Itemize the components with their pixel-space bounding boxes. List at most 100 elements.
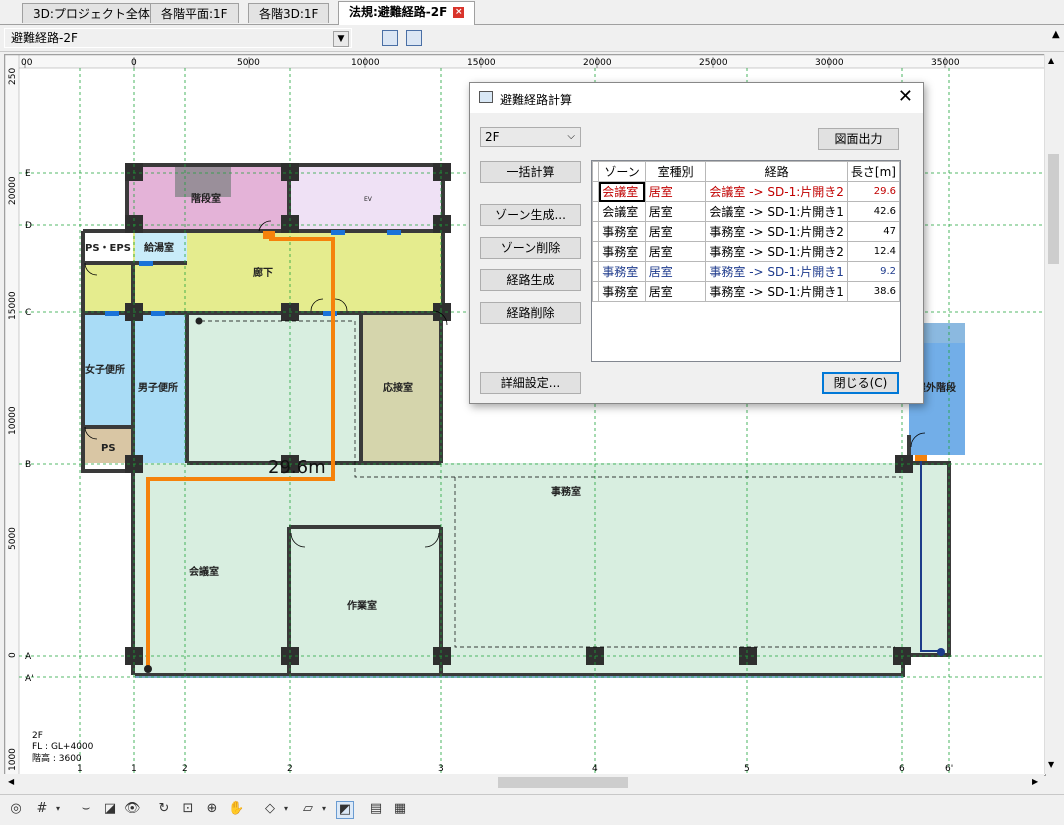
hide-icon[interactable]: ⌣: [78, 801, 94, 817]
column-header[interactable]: ゾーン: [598, 161, 646, 182]
room-label: 応接室: [383, 381, 413, 394]
zoom-icon[interactable]: ⊕: [204, 801, 220, 817]
length-cell[interactable]: 47: [846, 221, 901, 242]
ruler-label: 25000: [699, 58, 728, 68]
tab-bar: 3D:プロジェクト全体 各階平面:1F 各階3D:1F 法規:避難経路-2F ×: [0, 0, 1064, 25]
floor-name: 2F: [32, 731, 43, 741]
column-header[interactable]: 経路: [705, 161, 848, 182]
export-view-icon[interactable]: [406, 30, 422, 46]
zone-create-button[interactable]: ゾーン生成...: [480, 204, 581, 226]
route-display-icon[interactable]: ◩: [336, 801, 354, 819]
table-row[interactable]: 会議室 居室 会議室 -> SD-1:片開き2 29.6: [591, 181, 901, 202]
type-cell[interactable]: 居室: [644, 241, 707, 262]
scroll-up-icon[interactable]: ▲: [1048, 56, 1054, 65]
save-view-icon[interactable]: [382, 30, 398, 46]
column-header[interactable]: 室種別: [644, 161, 707, 182]
route-cell[interactable]: 事務室 -> SD-1:片開き2: [705, 221, 848, 242]
refresh-icon[interactable]: ↻: [156, 801, 172, 817]
close-tab-icon[interactable]: ×: [453, 7, 465, 18]
route-cell[interactable]: 会議室 -> SD-1:片開き1: [705, 201, 848, 222]
zone-cell[interactable]: 事務室: [598, 261, 646, 282]
length-cell[interactable]: 38.6: [846, 281, 901, 302]
batch-calc-button[interactable]: 一括計算: [480, 161, 581, 183]
scroll-down-icon[interactable]: ▼: [1048, 760, 1054, 769]
view-selector[interactable]: 避難経路-2F ▼: [4, 28, 352, 48]
length-cell[interactable]: 12.4: [846, 241, 901, 262]
length-cell[interactable]: 42.6: [846, 201, 901, 222]
ruler-label: 0: [8, 652, 18, 658]
view-eye-icon[interactable]: 👁: [124, 801, 141, 817]
collapse-icon[interactable]: ▲: [1052, 29, 1062, 47]
zone-cell[interactable]: 事務室: [598, 241, 646, 262]
pan-hand-icon[interactable]: ✋: [228, 801, 244, 817]
table-row[interactable]: 会議室 居室 会議室 -> SD-1:片開き1 42.6: [591, 201, 901, 222]
tab-3d-project[interactable]: 3D:プロジェクト全体: [22, 3, 161, 23]
route-create-button[interactable]: 経路生成: [480, 269, 581, 291]
evacuation-calc-dialog: 避難経路計算 ✕ 2F ⌵ 図面出力 一括計算 ゾーン生成... ゾーン削除 経…: [469, 82, 924, 404]
table-row[interactable]: 事務室 居室 事務室 -> SD-1:片開き1 9.2: [591, 261, 901, 282]
type-cell[interactable]: 居室: [644, 281, 707, 302]
export-drawing-button[interactable]: 図面出力: [818, 128, 899, 150]
box-view-icon[interactable]: ◇: [262, 801, 278, 817]
close-button[interactable]: 閉じる(C): [822, 372, 899, 394]
route-cell[interactable]: 事務室 -> SD-1:片開き1: [705, 281, 848, 302]
export-icon[interactable]: ▤: [368, 801, 384, 817]
zone-cell[interactable]: 会議室: [598, 201, 646, 222]
route-table[interactable]: ゾーン 室種別 経路 長さ[m] 会議室 居室 会議室 -> SD-1:片開き2…: [591, 160, 901, 362]
table-row[interactable]: 事務室 居室 事務室 -> SD-1:片開き2 12.4: [591, 241, 901, 262]
route-start-point: [937, 648, 945, 656]
scroll-right-icon[interactable]: ▶: [1032, 777, 1038, 786]
tab-floor-plan-1f[interactable]: 各階平面:1F: [150, 3, 239, 23]
view-selector-value: 避難経路-2F: [11, 31, 78, 45]
chevron-down-icon[interactable]: ▾: [278, 801, 294, 817]
ruler-label: 20000: [8, 176, 18, 205]
type-cell[interactable]: 居室: [644, 201, 707, 222]
print-icon[interactable]: ▦: [392, 801, 408, 817]
shade-icon[interactable]: ◪: [102, 801, 118, 817]
route-cell[interactable]: 事務室 -> SD-1:片開き2: [705, 241, 848, 262]
tab-label: 3D:プロジェクト全体: [33, 7, 150, 21]
table-row[interactable]: 事務室 居室 事務室 -> SD-1:片開き1 38.6: [591, 281, 901, 302]
length-cell[interactable]: 29.6: [846, 181, 901, 202]
length-cell[interactable]: 9.2: [846, 261, 901, 282]
type-cell[interactable]: 居室: [644, 261, 707, 282]
horizontal-scrollbar[interactable]: ◀ ▶: [4, 774, 1044, 791]
vertical-scroll-thumb[interactable]: [1048, 154, 1059, 264]
chevron-down-icon[interactable]: ▾: [50, 801, 66, 817]
route-delete-button[interactable]: 経路削除: [480, 302, 581, 324]
zone-cell[interactable]: 事務室: [598, 221, 646, 242]
chevron-down-icon[interactable]: ▼: [333, 31, 349, 47]
column-header[interactable]: 長さ[m]: [846, 161, 901, 182]
grid-col-label: 5: [744, 764, 750, 774]
type-cell[interactable]: 居室: [644, 181, 707, 202]
ruler-label: 5000: [8, 527, 18, 550]
grid-snap-icon[interactable]: #: [34, 801, 50, 817]
zone-delete-button[interactable]: ゾーン削除: [480, 237, 581, 259]
tab-floor-3d-1f[interactable]: 各階3D:1F: [248, 3, 330, 23]
route-start-point: [195, 317, 203, 325]
zone-cell[interactable]: 会議室: [598, 181, 646, 202]
grid-col-label: 1: [131, 764, 137, 774]
table-row[interactable]: 事務室 居室 事務室 -> SD-1:片開き2 47: [591, 221, 901, 242]
tab-evacuation-2f[interactable]: 法規:避難経路-2F ×: [338, 1, 476, 25]
scroll-left-icon[interactable]: ◀: [8, 777, 14, 786]
exit-door-marker: [915, 455, 927, 461]
route-cell[interactable]: 事務室 -> SD-1:片開き1: [705, 261, 848, 282]
vertical-scrollbar[interactable]: ▲ ▼: [1044, 54, 1062, 774]
floor-select[interactable]: 2F ⌵: [480, 127, 581, 147]
ruler-label: 10000: [351, 58, 380, 68]
detail-settings-button[interactable]: 詳細設定...: [480, 372, 581, 394]
route-cell[interactable]: 会議室 -> SD-1:片開き2: [705, 181, 848, 202]
zone-cell[interactable]: 事務室: [598, 281, 646, 302]
chevron-down-icon[interactable]: ▾: [316, 801, 332, 817]
close-icon[interactable]: ✕: [898, 87, 913, 107]
dialog-titlebar[interactable]: 避難経路計算 ✕: [470, 83, 923, 113]
layer-icon[interactable]: ◎: [8, 801, 24, 817]
type-cell[interactable]: 居室: [644, 221, 707, 242]
fit-view-icon[interactable]: ⊡: [180, 801, 196, 817]
room-label: 階段室: [191, 192, 221, 205]
ruler-label: 00: [21, 58, 33, 68]
horizontal-scroll-thumb[interactable]: [498, 777, 628, 788]
section-icon[interactable]: ▱: [300, 801, 316, 817]
grid-row-label: C: [25, 308, 31, 318]
